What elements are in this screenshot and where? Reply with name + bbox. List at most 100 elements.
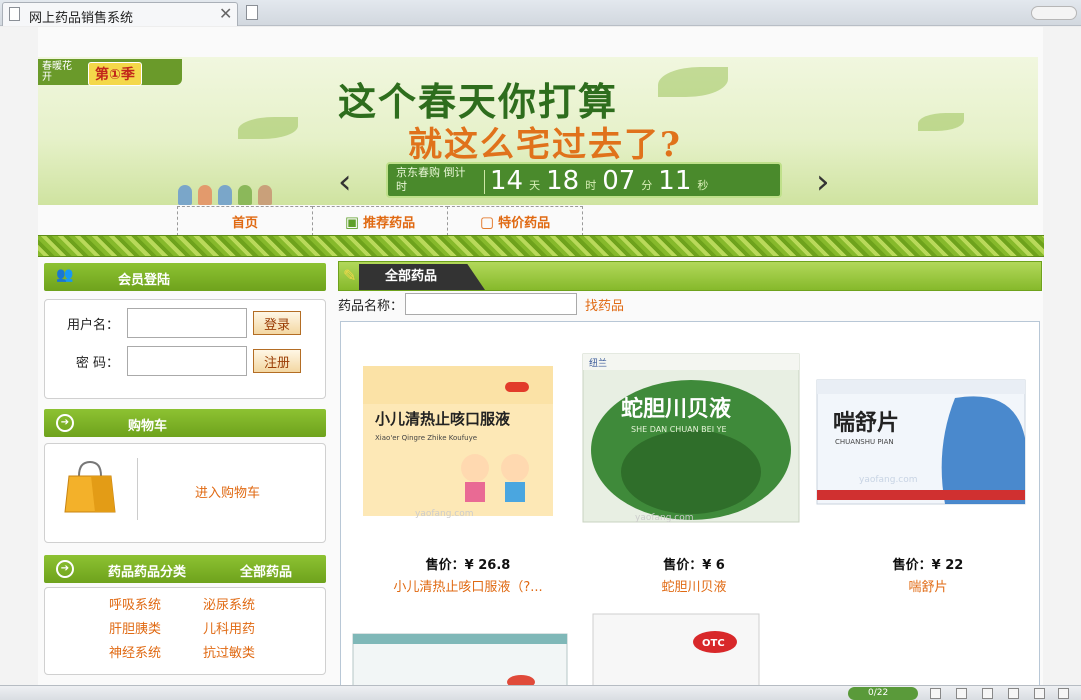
search-label: 药品名称： <box>338 298 404 314</box>
status-screen-icon[interactable] <box>1008 688 1019 699</box>
banner-prev-icon[interactable]: ‹ <box>338 162 352 202</box>
countdown-divider <box>484 170 485 194</box>
product-box-pinyin: SHE DAN CHUAN BEI YE <box>631 425 727 434</box>
person-figure <box>178 185 192 205</box>
category-respiratory[interactable]: 呼吸系统 <box>109 594 203 613</box>
person-figure <box>218 185 232 205</box>
cart-title: 购物车 <box>128 419 168 434</box>
username-input[interactable] <box>127 308 247 338</box>
username-row: 用户名： 登录 <box>63 308 301 338</box>
category-hepatobiliary[interactable]: 肝胆胰类 <box>109 618 203 637</box>
login-button[interactable]: 登录 <box>253 311 301 335</box>
countdown-minutes: 07 <box>602 166 636 196</box>
register-button[interactable]: 注册 <box>253 349 301 373</box>
search-input[interactable] <box>405 293 578 315</box>
status-sound-icon[interactable] <box>1034 688 1045 699</box>
product-name-link[interactable]: 小儿清热止咳口服液（?... <box>355 576 581 595</box>
status-folder-icon[interactable] <box>956 688 967 699</box>
status-window-icon[interactable] <box>982 688 993 699</box>
countdown-values: 14 天 18 时 07 分 11 秒 <box>490 166 708 201</box>
status-page-icon[interactable] <box>930 688 941 699</box>
window-control[interactable] <box>1031 6 1077 20</box>
product-name-link[interactable]: 蛇胆川贝液 <box>581 576 807 595</box>
badge-right-text: 第①季 <box>88 62 142 86</box>
product-box-title: 蛇胆川贝液 <box>621 396 731 422</box>
shopping-bag-icon: ▢ <box>479 212 495 231</box>
tab-title: 网上药品销售系统 <box>29 11 134 26</box>
countdown-hours: 18 <box>546 166 580 196</box>
countdown-minutes-unit: 分 <box>641 179 653 192</box>
product-image[interactable]: 喘舒片 CHUANSHU PIAN yaofang.com <box>815 378 1041 508</box>
person-figure <box>258 185 272 205</box>
login-title: 会员登陆 <box>118 273 171 288</box>
password-row: 密 码： 注册 <box>63 346 301 376</box>
countdown-seconds: 11 <box>658 166 692 196</box>
nav-recommended[interactable]: ▣ 推荐药品 <box>312 206 448 236</box>
countdown-days-unit: 天 <box>529 179 541 192</box>
season-badge: 春暖花开 第①季 <box>38 59 182 86</box>
page: 春暖花开 第①季 这个春天你打算 就这么宅过去了? ‹ › 京东春购 倒计时 1… <box>0 27 1081 686</box>
login-panel: 用户名： 登录 密 码： 注册 <box>44 299 326 399</box>
cart-panel-header: ➔ 购物车 <box>44 409 326 437</box>
new-tab-icon[interactable] <box>246 5 258 20</box>
medicine-search: 药品名称： 找药品 <box>338 293 624 315</box>
cart-divider <box>137 458 138 520</box>
leaf-decoration <box>658 67 728 97</box>
product-grid: 小儿清热止咳口服液 Xiao'er Qingre Zhike Koufuye y… <box>340 321 1041 686</box>
product-card[interactable]: 喘舒片 CHUANSHU PIAN yaofang.com 售价：¥ 22 喘舒… <box>815 322 1041 612</box>
all-medicines-link[interactable]: 全部药品 <box>240 561 292 580</box>
category-nervous[interactable]: 神经系统 <box>109 642 203 661</box>
product-image[interactable]: 小儿清热止咳口服液 Xiao'er Qingre Zhike Koufuye y… <box>355 360 581 520</box>
status-indicator: 0/22 <box>848 687 918 700</box>
product-price: 售价：¥ 6 <box>663 558 725 573</box>
product-box-title: 小儿清热止咳口服液 <box>375 410 511 428</box>
category-antiallergy[interactable]: 抗过敏类 <box>203 642 283 661</box>
main-nav: 首页 ▣ 推荐药品 ▢ 特价药品 <box>177 206 583 236</box>
pin-icon: ✎ <box>343 266 357 285</box>
product-image[interactable]: OTC <box>591 612 761 686</box>
categories-panel: 呼吸系统 泌尿系统 肝胆胰类 儿科用药 神经系统 抗过敏类 <box>44 587 326 675</box>
password-label: 密 码： <box>75 355 119 371</box>
browser-tab[interactable]: 网上药品销售系统 ✕ <box>2 2 238 26</box>
product-name-link[interactable]: 喘舒片 <box>815 576 1041 595</box>
nav-special-label: 特价药品 <box>498 216 551 231</box>
enter-cart-link[interactable]: 进入购物车 <box>195 482 260 501</box>
countdown-label: 京东春购 倒计时 <box>396 166 466 193</box>
product-image[interactable] <box>351 630 571 686</box>
watermark: yaofang.com <box>859 475 918 485</box>
watermark: yaofang.com <box>635 513 694 523</box>
product-price: 售价：¥ 26.8 <box>425 558 511 573</box>
countdown-days: 14 <box>490 166 524 196</box>
all-medicines-header: ✎ 全部药品 <box>338 261 1042 291</box>
promo-banner: 春暖花开 第①季 这个春天你打算 就这么宅过去了? ‹ › 京东春购 倒计时 1… <box>38 57 1038 205</box>
categories-panel-header: ➔ 药品药品分类 全部药品 <box>44 555 326 583</box>
category-pediatric[interactable]: 儿科用药 <box>203 618 283 637</box>
product-card[interactable]: 小儿清热止咳口服液 Xiao'er Qingre Zhike Koufuye y… <box>355 322 581 612</box>
nav-home[interactable]: 首页 <box>177 206 313 236</box>
close-tab-icon[interactable]: ✕ <box>219 4 232 23</box>
shopping-bag-icon <box>64 460 116 513</box>
status-search-icon[interactable] <box>1058 688 1069 699</box>
product-card[interactable]: 纽兰 蛇胆川贝液 SHE DAN CHUAN BEI YE yaofang.co… <box>581 322 807 612</box>
username-label: 用户名： <box>66 317 119 333</box>
password-input[interactable] <box>127 346 247 376</box>
countdown-hours-unit: 时 <box>585 179 597 192</box>
banner-next-icon[interactable]: › <box>816 162 830 202</box>
all-medicines-title: 全部药品 <box>359 264 485 290</box>
product-box-pinyin: CHUANSHU PIAN <box>835 438 894 446</box>
product-box-pinyin: Xiao'er Qingre Zhike Koufuye <box>375 434 477 442</box>
site-container: 春暖花开 第①季 这个春天你打算 就这么宅过去了? ‹ › 京东春购 倒计时 1… <box>38 27 1044 686</box>
members-icon: 👥 <box>56 267 74 283</box>
nav-special[interactable]: ▢ 特价药品 <box>447 206 583 236</box>
otc-label: OTC <box>702 638 725 649</box>
person-figure <box>238 185 252 205</box>
browser-tab-strip: 网上药品销售系统 ✕ <box>0 0 1081 26</box>
product-image[interactable]: 纽兰 蛇胆川贝液 SHE DAN CHUAN BEI YE yaofang.co… <box>581 352 807 528</box>
brand-tag: 纽兰 <box>589 357 607 369</box>
nav-recommended-label: 推荐药品 <box>363 216 416 231</box>
login-panel-header: 👥 会员登陆 <box>44 263 326 291</box>
product-box-title: 喘舒片 <box>833 410 899 436</box>
watermark: yaofang.com <box>415 509 474 519</box>
search-button[interactable]: 找药品 <box>585 295 624 314</box>
category-urinary[interactable]: 泌尿系统 <box>203 594 283 613</box>
